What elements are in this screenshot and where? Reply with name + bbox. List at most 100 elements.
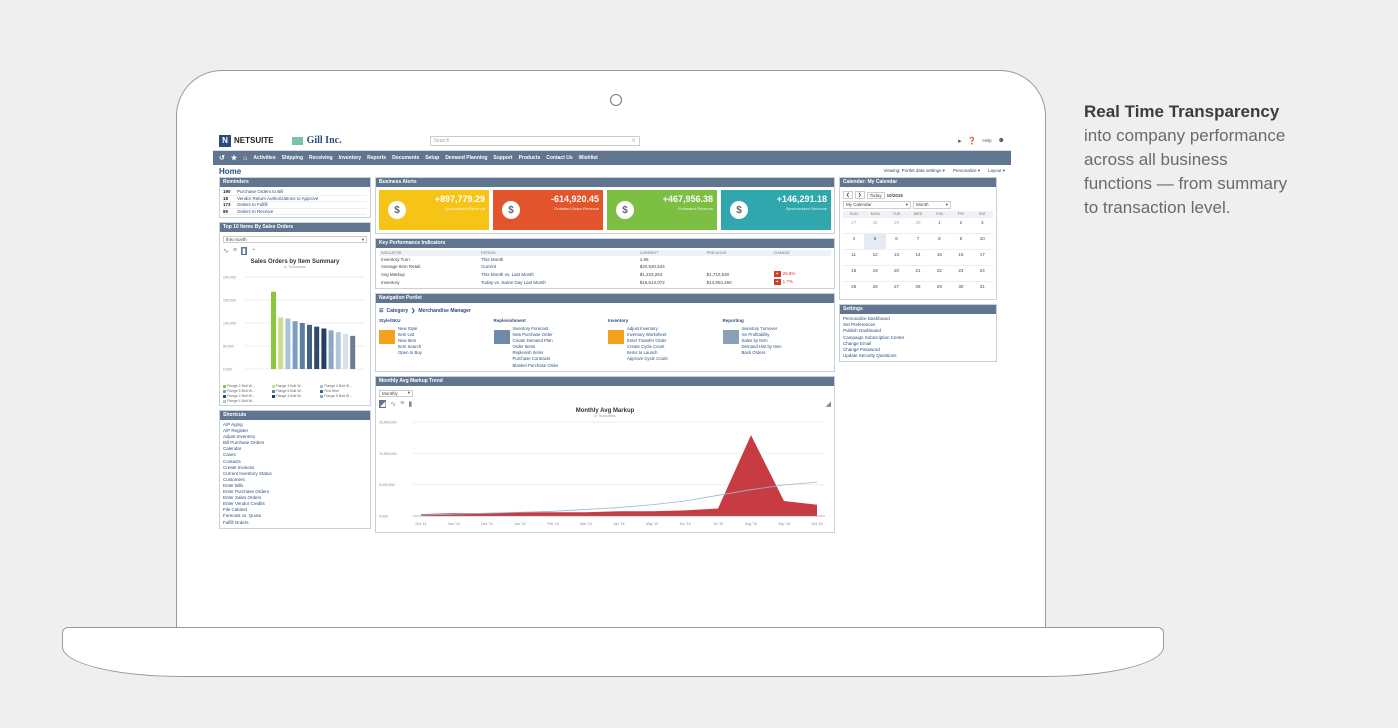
calendar-day[interactable]: 28 [907, 281, 929, 297]
calendar-day[interactable]: 16 [950, 249, 972, 265]
calendar-day[interactable]: 27 [843, 217, 865, 233]
calendar-day[interactable]: 19 [864, 265, 886, 281]
today-button[interactable]: Today [866, 191, 885, 199]
nav-item[interactable]: Support [493, 155, 512, 161]
breadcrumb-root[interactable]: Category [386, 308, 408, 314]
help-link[interactable]: Help [982, 138, 991, 143]
nav-item[interactable]: Shipping [282, 155, 303, 161]
calendar-day[interactable]: 25 [843, 281, 865, 297]
calendar-day[interactable]: 30 [950, 281, 972, 297]
nav-link[interactable]: Approve Cycle Count [627, 356, 668, 362]
nav-link[interactable]: Blanket Purchase Order [513, 363, 559, 369]
calendar-day[interactable]: 28 [864, 217, 886, 233]
calendar-day[interactable]: 2 [950, 217, 972, 233]
calendar-day[interactable]: 5 [864, 233, 886, 249]
menu-icon[interactable]: ☰ [379, 308, 383, 314]
bar-chart-icon[interactable]: ▮ [240, 247, 247, 255]
kpi-period[interactable]: Current [479, 263, 638, 270]
nav-item[interactable]: Demand Planning [445, 155, 487, 161]
alert-card[interactable]: $ +146,291.18 Synchronized Revenue [721, 190, 831, 230]
nav-item[interactable]: Documents [392, 155, 419, 161]
pie-chart-icon[interactable]: ◔ [251, 247, 255, 255]
global-search-input[interactable]: Search ⚲ [429, 135, 640, 146]
bar-chart-icon[interactable]: ▮ [408, 400, 412, 408]
calendar-day[interactable]: 30 [907, 217, 929, 233]
help-icon[interactable]: ❓ [968, 137, 977, 145]
nav-link[interactable]: Back Orders [742, 350, 782, 356]
calendar-day[interactable]: 18 [843, 265, 865, 281]
back-icon[interactable]: ↺ [219, 154, 225, 162]
calendar-day[interactable]: 17 [971, 249, 993, 265]
shortcut-link[interactable]: Fulfill Orders [223, 520, 367, 526]
reminder-row[interactable]: 89 Orders to Receive [223, 209, 367, 215]
calendar-day[interactable]: 7 [907, 233, 929, 249]
x-tick-label: Oct '15 [812, 522, 823, 526]
nav-item[interactable]: Inventory [339, 155, 362, 161]
bar-horizontal-icon[interactable]: ≡ [233, 247, 237, 255]
calendar-day[interactable]: 29 [928, 281, 951, 297]
calendar-day[interactable]: 22 [928, 265, 951, 281]
kpi-period[interactable]: This Month vs. Last Month [479, 270, 638, 278]
viewing-settings-link[interactable]: Viewing: Portlet data settings ▾ [883, 168, 944, 174]
line-chart-icon[interactable]: ∿ [223, 247, 229, 255]
view-select[interactable]: Month ▾ [913, 201, 951, 209]
calendar-day[interactable]: 29 [885, 217, 908, 233]
calendar-day[interactable]: 21 [907, 265, 929, 281]
calendar-day[interactable]: 3 [971, 217, 993, 233]
next-month-button[interactable]: ❯ [854, 191, 865, 199]
nav-item[interactable]: Contact Us [546, 155, 572, 161]
bar-horizontal-icon[interactable]: ≡ [400, 400, 404, 408]
nav-item[interactable]: Products [519, 155, 541, 161]
calendar-day[interactable]: 10 [971, 233, 993, 249]
chart-expand-icon[interactable]: ◢ [826, 400, 831, 408]
kpi-period[interactable]: This Month [479, 256, 638, 263]
user-icon[interactable]: ☻ [998, 137, 1005, 144]
calendar-day[interactable]: 15 [928, 249, 951, 265]
home-icon[interactable]: ⌂ [243, 155, 247, 162]
calendar-day[interactable]: 9 [950, 233, 972, 249]
nav-item[interactable]: Activities [253, 155, 275, 161]
area-chart-icon[interactable]: ◢ [379, 399, 387, 408]
calendar-day[interactable]: 6 [885, 233, 908, 249]
nav-link[interactable]: Open to Buy [398, 350, 422, 356]
favorites-star-icon[interactable]: ★ [231, 154, 237, 162]
layout-link[interactable]: Layout ▾ [988, 168, 1005, 174]
nav-item[interactable]: Reports [367, 155, 386, 161]
calendar-day[interactable]: 13 [885, 249, 908, 265]
nav-item[interactable]: Setup [425, 155, 439, 161]
nav-item[interactable]: Receiving [309, 155, 333, 161]
calendar-day[interactable]: 27 [885, 281, 908, 297]
kpi-period[interactable]: Today vs. Same Day Last Month [479, 278, 638, 286]
kpi-previous: $1,710,530 [706, 271, 730, 277]
nav-item[interactable]: Wishlist [579, 155, 598, 161]
bar [278, 317, 284, 369]
prev-month-button[interactable]: ❮ [843, 191, 853, 199]
calendar-day[interactable]: 11 [843, 249, 865, 265]
calendar-day[interactable]: 24 [971, 265, 993, 281]
netsuite-logo[interactable]: N NETSUITE [219, 134, 274, 147]
calendar-day[interactable]: 23 [950, 265, 972, 281]
top-items-period-select[interactable]: this month ▾ [223, 236, 367, 243]
calendar-day[interactable]: 26 [864, 281, 886, 297]
personalize-link[interactable]: Personalize ▾ [953, 168, 980, 174]
alert-card[interactable]: $ +467,956.38 Estimated Revenue [607, 190, 717, 230]
search-icon[interactable]: ⚲ [632, 138, 636, 144]
calendar-day[interactable]: 4 [843, 233, 865, 249]
calendar-day[interactable]: 31 [971, 281, 993, 297]
calendar-day[interactable]: 20 [885, 265, 908, 281]
calendar-day[interactable]: 8 [928, 233, 951, 249]
laptop-base [62, 627, 1164, 649]
calendar-day[interactable]: 12 [864, 249, 886, 265]
alert-card[interactable]: $ -614,920.45 Outdated Sales Revenue [493, 190, 603, 230]
settings-link[interactable]: Update Security Questions [843, 353, 993, 359]
calendar-day[interactable]: 14 [907, 249, 929, 265]
recent-records-icon[interactable]: ▸ [958, 137, 962, 145]
calendar-day[interactable]: 1 [928, 217, 951, 233]
calendar-select[interactable]: My Calendar ▾ [843, 201, 911, 209]
page-tools: Viewing: Portlet data settings ▾ Persona… [883, 168, 1005, 174]
legend-label: Flange 5 Bolt W... [324, 394, 352, 398]
markup-period-select[interactable]: Monthly ▾ [379, 389, 413, 397]
legend-swatch [320, 394, 324, 398]
alert-card[interactable]: $ +897,779.29 Accumulated Revenue [379, 190, 489, 230]
line-chart-icon[interactable]: ∿ [390, 400, 396, 408]
